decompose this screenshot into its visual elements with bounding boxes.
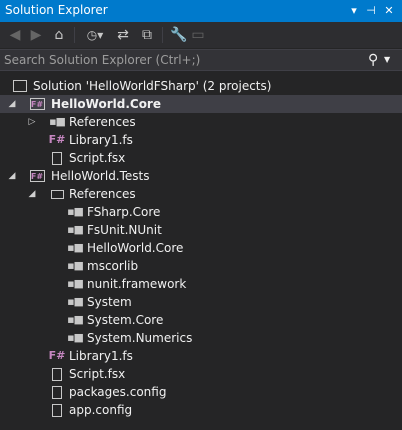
script-file-icon (50, 366, 64, 382)
file-label: Library1.fs (69, 349, 133, 363)
tree-node-file[interactable]: Script.fsx (0, 365, 402, 383)
tree-node-file[interactable]: packages.config (0, 383, 402, 401)
arrow-left-icon[interactable]: ◀ (8, 25, 22, 45)
reference-label: mscorlib (87, 259, 139, 273)
title-bar: Solution Explorer ▾ ⊣ ✕ (0, 0, 402, 22)
assembly-reference-icon: ▪■ (67, 277, 84, 290)
home-icon[interactable]: ⌂ (50, 25, 68, 45)
tree-node-references[interactable]: ▷ ▪■ References (0, 113, 402, 131)
assembly-reference-icon: ▪■ (67, 205, 84, 218)
assembly-reference-icon: ▪■ (67, 223, 84, 236)
solution-label: Solution 'HelloWorldFSharp' (2 projects) (33, 79, 272, 93)
file-label: Library1.fs (69, 133, 133, 147)
tree-node-file[interactable]: Script.fsx (0, 149, 402, 167)
expanded-arrow-icon[interactable]: ◢ (6, 95, 18, 113)
tree-node-file[interactable]: F# Library1.fs (0, 131, 402, 149)
tree-node-reference[interactable]: ▪■ HelloWorld.Core (0, 239, 402, 257)
tree-node-reference[interactable]: ▪■ nunit.framework (0, 275, 402, 293)
history-icon[interactable]: ◷▾ (82, 25, 108, 45)
tree-node-references[interactable]: ◢ References (0, 185, 402, 203)
assembly-reference-icon: ▪■ (67, 313, 84, 326)
assembly-reference-icon: ▪■ (67, 259, 84, 272)
reference-label: System.Core (87, 313, 164, 327)
reference-label: System.Numerics (87, 331, 193, 345)
collapse-all-icon[interactable]: ⧉ (138, 25, 156, 45)
tree-node-project-core[interactable]: ◢ F# HelloWorld.Core (0, 95, 402, 113)
search-bar: ⚲ ▼ (0, 49, 402, 71)
preview-icon[interactable]: ▭ (190, 25, 206, 45)
reference-label: System (87, 295, 132, 309)
assembly-reference-icon: ▪■ (67, 295, 84, 308)
search-icon[interactable]: ⚲ (368, 51, 382, 69)
fsharp-file-icon: F# (48, 349, 66, 362)
file-label: packages.config (69, 385, 167, 399)
assembly-reference-icon: ▪■ (67, 331, 84, 344)
tree-node-reference[interactable]: ▪■ System (0, 293, 402, 311)
tree-node-file[interactable]: app.config (0, 401, 402, 419)
search-input[interactable] (4, 52, 359, 68)
dropdown-menu-icon[interactable]: ▾ (346, 2, 362, 20)
solution-icon (12, 78, 28, 94)
fsharp-project-icon: F# (29, 170, 45, 182)
tree-node-reference[interactable]: ▪■ mscorlib (0, 257, 402, 275)
file-label: Script.fsx (69, 151, 126, 165)
tree-node-reference[interactable]: ▪■ FSharp.Core (0, 203, 402, 221)
tree-node-solution[interactable]: Solution 'HelloWorldFSharp' (2 projects) (0, 77, 402, 95)
expanded-arrow-icon[interactable]: ◢ (26, 185, 38, 203)
window-title: Solution Explorer (5, 3, 108, 17)
fsharp-file-icon: F# (48, 133, 66, 146)
project-label: HelloWorld.Tests (51, 169, 150, 183)
wrench-icon[interactable]: 🔧 (170, 25, 187, 45)
pin-icon[interactable]: ⊣ (363, 2, 379, 20)
file-label: app.config (69, 403, 133, 417)
sync-icon[interactable]: ⇄ (114, 25, 132, 45)
toolbar: ◀ ▶ ⌂ ◷▾ ⇄ ⧉ 🔧 ▭ (0, 22, 402, 48)
tree-node-reference[interactable]: ▪■ System.Numerics (0, 329, 402, 347)
arrow-right-icon[interactable]: ▶ (29, 25, 43, 45)
reference-label: FsUnit.NUnit (87, 223, 162, 237)
file-label: Script.fsx (69, 367, 126, 381)
folder-open-icon (49, 186, 65, 202)
config-file-icon (50, 384, 64, 400)
assembly-reference-icon: ▪■ (67, 241, 84, 254)
search-options-chevron-icon[interactable]: ▼ (384, 51, 390, 69)
collapsed-arrow-icon[interactable]: ▷ (26, 113, 38, 131)
expanded-arrow-icon[interactable]: ◢ (6, 167, 18, 185)
config-file-icon (50, 402, 64, 418)
close-icon[interactable]: ✕ (381, 2, 397, 20)
script-file-icon (50, 150, 64, 166)
toolbar-separator (74, 27, 75, 43)
tree-node-file[interactable]: F# Library1.fs (0, 347, 402, 365)
references-label: References (69, 187, 136, 201)
reference-label: HelloWorld.Core (87, 241, 184, 255)
tree-node-project-tests[interactable]: ◢ F# HelloWorld.Tests (0, 167, 402, 185)
project-label: HelloWorld.Core (51, 97, 161, 111)
toolbar-separator (162, 27, 163, 43)
reference-label: nunit.framework (87, 277, 187, 291)
reference-label: FSharp.Core (87, 205, 161, 219)
references-icon: ▪■ (49, 115, 66, 128)
fsharp-project-icon: F# (29, 98, 45, 110)
tree-node-reference[interactable]: ▪■ FsUnit.NUnit (0, 221, 402, 239)
references-label: References (69, 115, 136, 129)
tree-node-reference[interactable]: ▪■ System.Core (0, 311, 402, 329)
